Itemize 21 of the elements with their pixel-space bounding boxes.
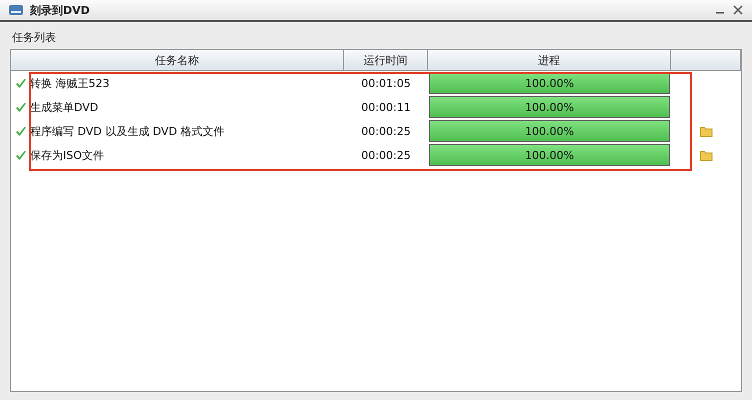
progress-reading: 100.00% xyxy=(524,148,575,164)
task-name: 生成菜单DVD xyxy=(30,100,98,114)
column-header[interactable]: 任务名称 xyxy=(11,50,344,70)
progress-reading: 100.00% xyxy=(524,100,575,116)
folder-icon[interactable] xyxy=(700,126,712,136)
folder-icon[interactable] xyxy=(700,150,712,160)
run-time: 00:00:11 xyxy=(361,100,411,114)
window-title: 刻录到DVD xyxy=(30,2,91,18)
section-label: 任务列表 xyxy=(11,30,57,45)
task-name: 转换 海贼王523 xyxy=(30,76,110,90)
column-header[interactable]: 运行时间 xyxy=(344,50,428,70)
run-time: 00:01:05 xyxy=(361,76,411,90)
task-name: 保存为ISO文件 xyxy=(30,148,104,162)
task-name: 程序编写 DVD 以及生成 DVD 格式文件 xyxy=(30,124,225,138)
close-icon[interactable] xyxy=(732,4,744,16)
run-time: 00:00:25 xyxy=(361,124,411,138)
disc-drive-icon xyxy=(8,3,24,17)
progress-reading: 100.00% xyxy=(524,124,575,140)
run-time: 00:00:25 xyxy=(361,148,411,162)
progress-reading: 100.00% xyxy=(524,76,575,92)
column-header[interactable]: 进程 xyxy=(428,50,671,70)
